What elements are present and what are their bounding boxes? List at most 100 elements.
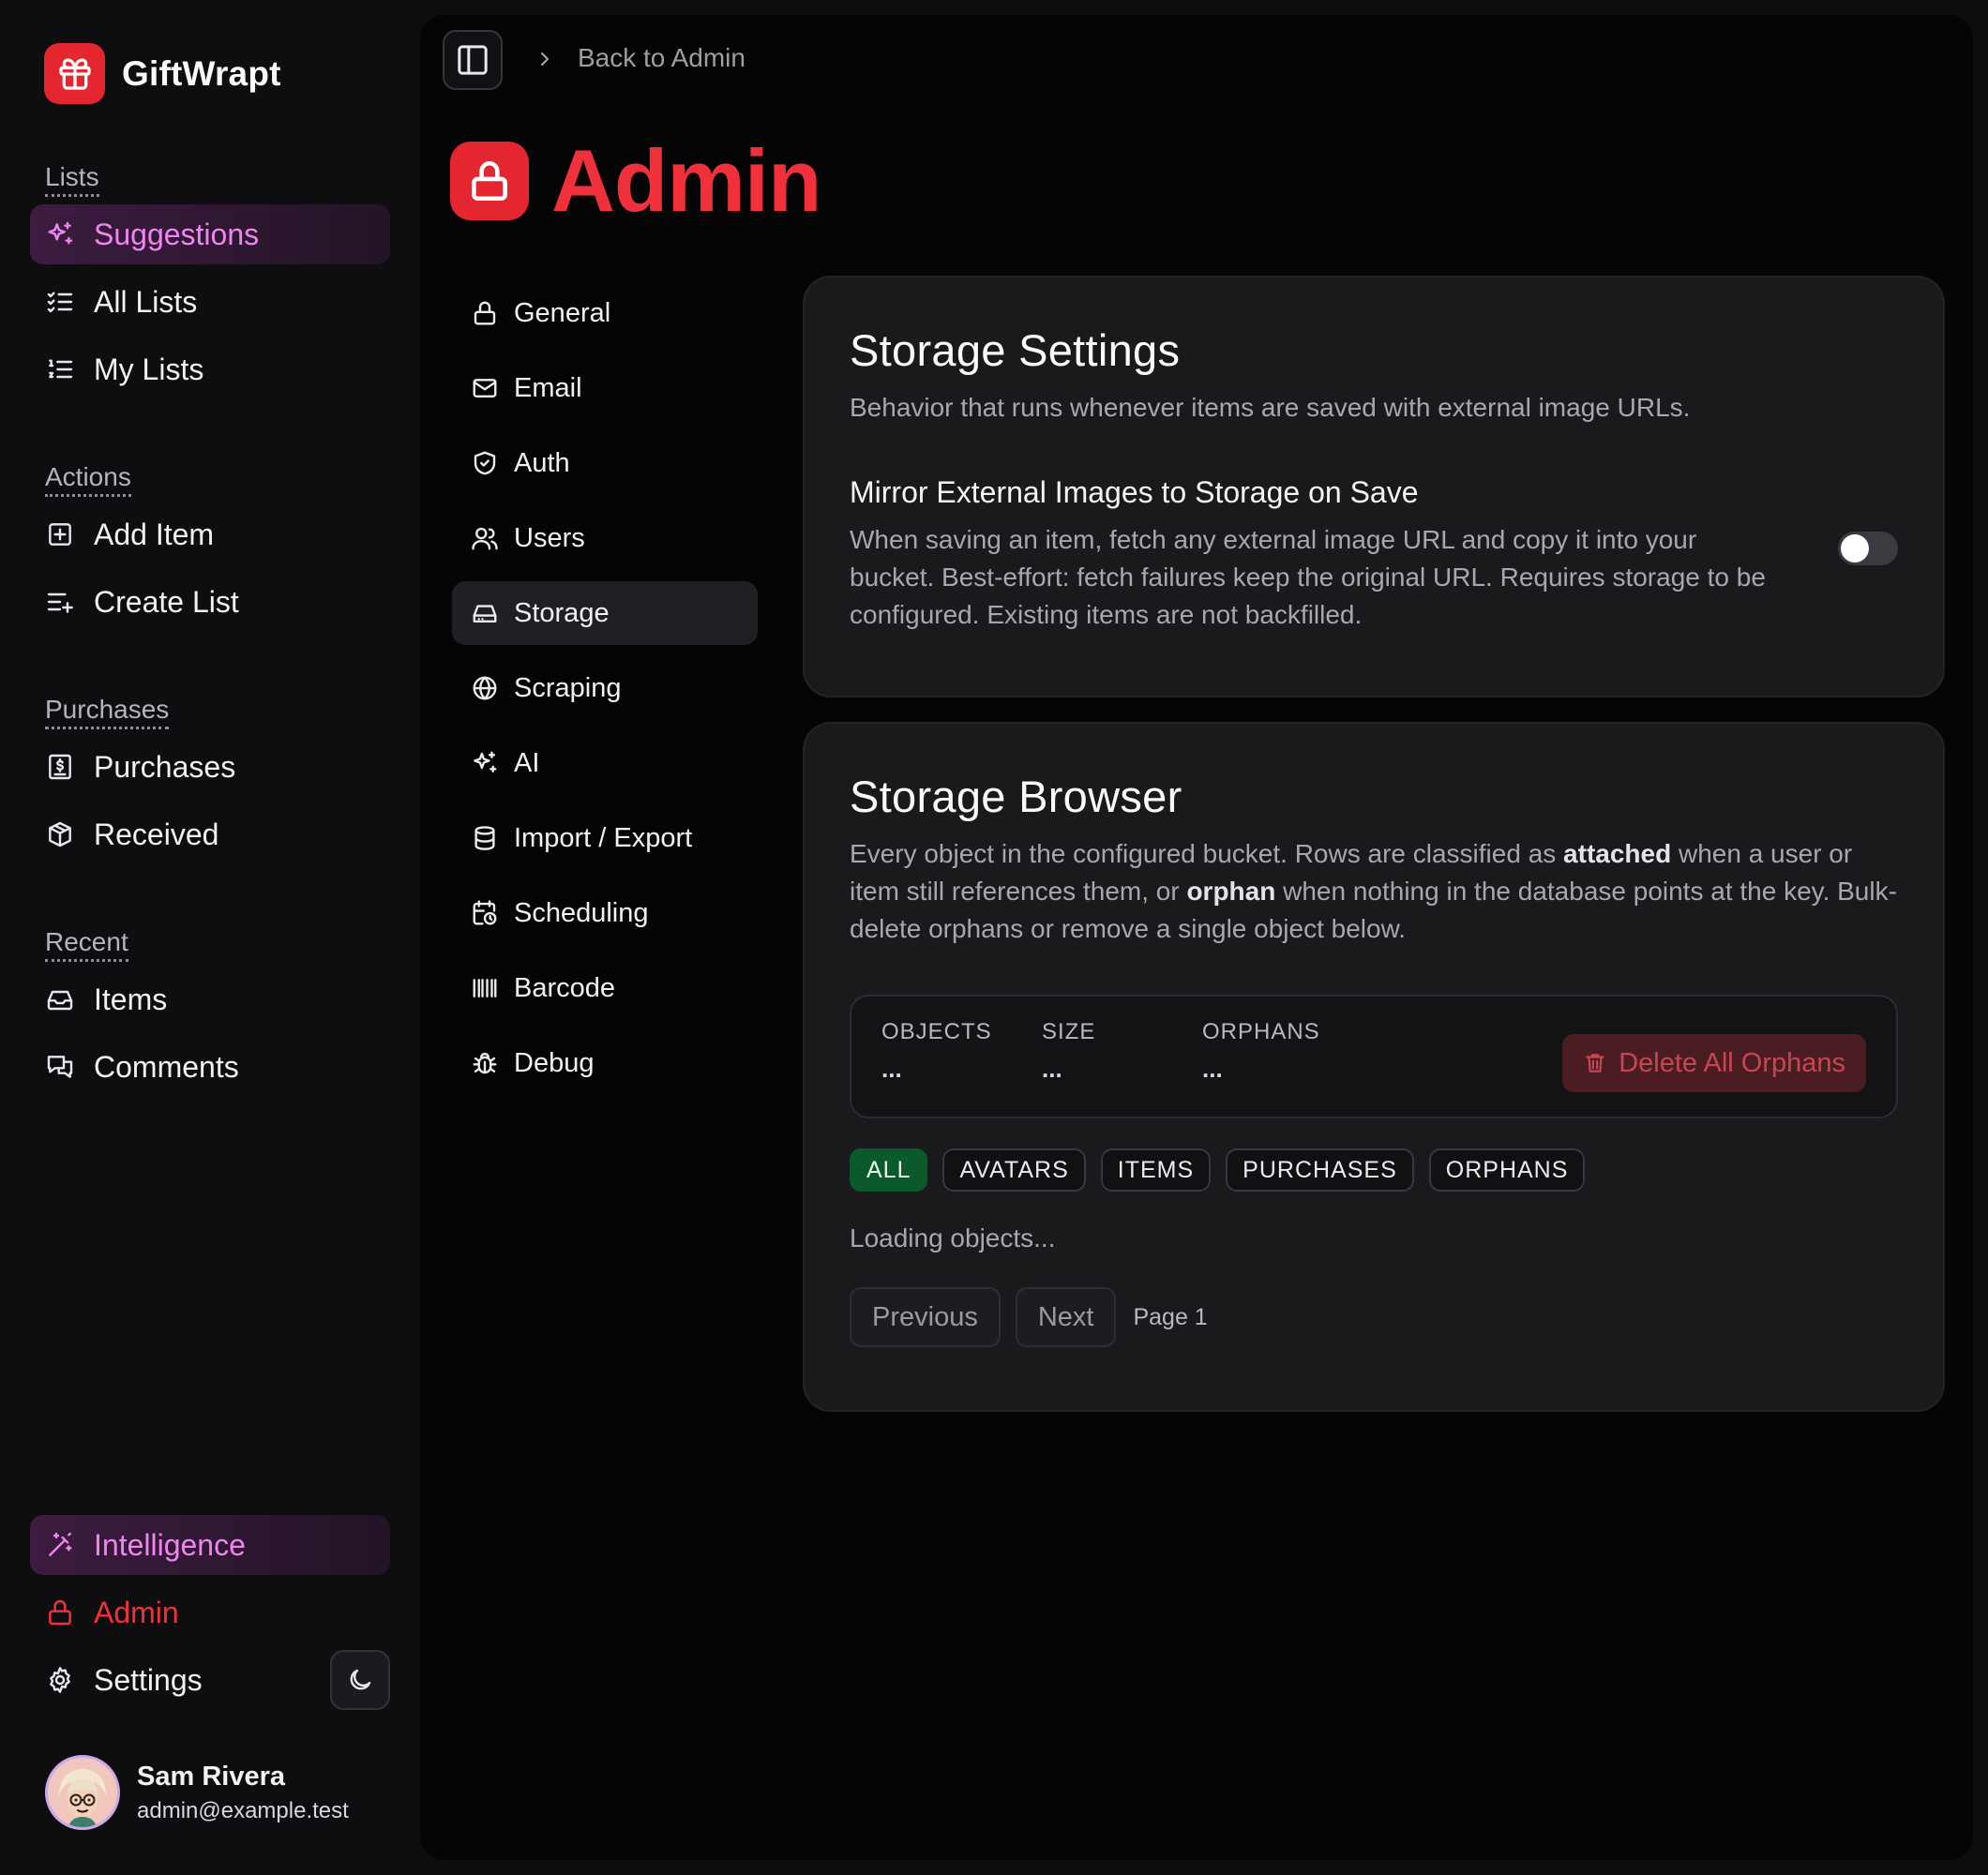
sidebar-item-label: My Lists <box>94 352 204 386</box>
filter-items[interactable]: ITEMS <box>1100 1148 1212 1192</box>
chevron-right-icon <box>540 52 550 67</box>
sparkles-icon <box>474 751 497 772</box>
theme-toggle-button[interactable] <box>330 1650 390 1710</box>
breadcrumb-back-to-admin[interactable]: Back to Admin <box>578 43 746 73</box>
previous-page-button[interactable]: Previous <box>850 1287 1001 1347</box>
barcode-icon <box>473 979 497 998</box>
user-email: admin@example.test <box>137 1797 349 1823</box>
filter-purchases[interactable]: PURCHASES <box>1226 1148 1414 1192</box>
package-icon <box>49 821 71 848</box>
tab-import-export[interactable]: Import / Export <box>452 806 758 870</box>
stat-label: SIZE <box>1042 1019 1096 1044</box>
filter-all[interactable]: ALL <box>850 1148 928 1192</box>
group-label-lists: Lists <box>45 161 99 197</box>
nav-group-recent: Recent Items Comments <box>30 926 390 1097</box>
sidebar-item-create-list[interactable]: Create List <box>30 572 390 632</box>
tab-label: Email <box>514 372 582 403</box>
loading-status: Loading objects... <box>850 1223 1056 1252</box>
nav-group-purchases: Purchases Purchases Received <box>30 694 390 864</box>
brand-name: GiftWrapt <box>122 53 281 93</box>
tab-scraping[interactable]: Scraping <box>452 656 758 720</box>
sidebar-item-label: Intelligence <box>94 1527 246 1562</box>
panel-left-icon <box>458 45 488 75</box>
sidebar-item-label: Received <box>94 817 219 851</box>
sidebar-item-add-item[interactable]: Add Item <box>30 504 390 564</box>
filter-avatars[interactable]: AVATARS <box>942 1148 1086 1192</box>
stat-orphans: ORPHANS ... <box>1202 1019 1320 1084</box>
tab-storage[interactable]: Storage <box>452 581 758 645</box>
stat-value: ... <box>1042 1055 1062 1083</box>
mirror-setting-text: When saving an item, fetch any external … <box>850 525 1766 629</box>
inbox-icon <box>47 990 73 1011</box>
tab-label: Barcode <box>514 972 616 1003</box>
sidebar-item-suggestions[interactable]: Suggestions <box>30 204 390 264</box>
tab-auth[interactable]: Auth <box>452 431 758 495</box>
sidebar-toggle-button[interactable] <box>443 30 503 90</box>
tab-label: Scraping <box>514 672 622 703</box>
tab-email[interactable]: Email <box>452 356 758 420</box>
tab-label: AI <box>514 747 540 778</box>
tab-label: Storage <box>514 597 610 628</box>
gift-icon <box>44 43 105 104</box>
page-indicator: Page 1 <box>1133 1303 1208 1330</box>
sidebar-item-admin[interactable]: Admin <box>30 1582 390 1642</box>
stat-objects: OBJECTS ... <box>881 1019 992 1084</box>
sidebar-item-received[interactable]: Received <box>30 804 390 864</box>
stat-size: SIZE ... <box>1042 1019 1095 1084</box>
square-plus-icon <box>49 523 71 546</box>
sidebar-item-label: Suggestions <box>94 217 260 251</box>
filter-orphans[interactable]: ORPHANS <box>1428 1148 1586 1192</box>
brand[interactable]: GiftWrapt <box>44 43 281 104</box>
stat-value: ... <box>1202 1055 1223 1083</box>
users-icon <box>472 527 498 550</box>
delete-all-orphans-button[interactable]: Delete All Orphans <box>1562 1034 1866 1092</box>
sidebar-item-label: Add Item <box>94 517 215 551</box>
admin-subnav: General Email Auth Users Storage Scrapin… <box>452 281 758 1106</box>
stat-label: OBJECTS <box>881 1019 992 1044</box>
storage-browser-title: Storage Browser <box>850 772 1182 821</box>
tab-label: General <box>514 297 611 328</box>
lock-icon <box>450 142 529 220</box>
sidebar-item-intelligence[interactable]: Intelligence <box>30 1515 390 1575</box>
sidebar-item-purchases[interactable]: Purchases <box>30 737 390 797</box>
sidebar-item-items[interactable]: Items <box>30 969 390 1029</box>
sidebar-item-label: All Lists <box>94 284 198 319</box>
group-label-actions: Actions <box>45 461 131 497</box>
storage-settings-title: Storage Settings <box>850 325 1181 375</box>
tab-barcode[interactable]: Barcode <box>452 956 758 1020</box>
mirror-images-toggle[interactable] <box>1838 532 1898 565</box>
tab-label: Users <box>514 522 585 553</box>
sidebar-item-label: Purchases <box>94 749 236 784</box>
group-label-recent: Recent <box>45 926 128 962</box>
tab-scheduling[interactable]: Scheduling <box>452 881 758 945</box>
shield-icon <box>474 451 496 475</box>
sparkles-icon <box>48 221 73 245</box>
tab-users[interactable]: Users <box>452 506 758 570</box>
messages-icon <box>47 1056 73 1078</box>
next-page-button[interactable]: Next <box>1015 1287 1117 1347</box>
sidebar: GiftWrapt Lists Suggestions All Lists My… <box>0 0 420 1875</box>
trash-icon <box>1586 1054 1604 1072</box>
sidebar-item-all-lists[interactable]: All Lists <box>30 272 390 332</box>
nav-group-actions: Actions Add Item Create List <box>30 461 390 632</box>
mirror-setting-title: Mirror External Images to Storage on Sav… <box>850 475 1419 509</box>
tab-debug[interactable]: Debug <box>452 1031 758 1095</box>
bug-icon <box>473 1052 497 1074</box>
storage-browser-description: Every object in the configured bucket. R… <box>850 839 1897 943</box>
tab-label: Debug <box>514 1047 595 1078</box>
calendar-clock-icon <box>473 900 497 925</box>
tab-ai[interactable]: AI <box>452 731 758 795</box>
user-profile[interactable]: Sam Rivera admin@example.test <box>45 1755 349 1830</box>
tab-label: Import / Export <box>514 822 693 853</box>
sidebar-item-label: Items <box>94 982 168 1016</box>
sidebar-item-my-lists[interactable]: My Lists <box>30 339 390 399</box>
sidebar-item-label: Settings <box>94 1662 203 1697</box>
sidebar-item-label: Admin <box>94 1595 179 1629</box>
storage-settings-description: Behavior that runs whenever items are sa… <box>850 393 1691 422</box>
page-title: Admin <box>551 131 821 230</box>
database-icon <box>474 826 495 850</box>
sidebar-item-comments[interactable]: Comments <box>30 1037 390 1097</box>
hard-drive-icon <box>473 605 497 622</box>
tab-general[interactable]: General <box>452 281 758 345</box>
nav-group-lists: Lists Suggestions All Lists My Lists <box>30 161 390 399</box>
